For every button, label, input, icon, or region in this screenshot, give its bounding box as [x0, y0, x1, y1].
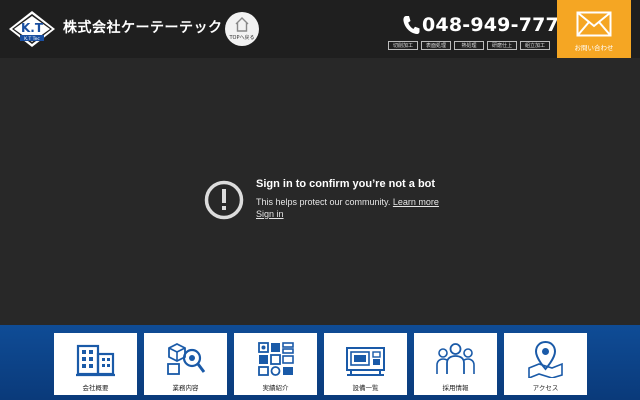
- phone-icon: [403, 16, 420, 34]
- phone-contact[interactable]: 048-949-7771: [402, 13, 572, 37]
- building-icon: [76, 344, 115, 377]
- top-button-label: TOPへ戻る: [229, 35, 255, 41]
- mail-icon: [576, 11, 612, 37]
- nav-item-label: 会社概要: [82, 384, 109, 392]
- notice-description: This helps protect our community.: [256, 197, 391, 207]
- service-tags: 切削加工 表面処理 熱処理 研磨仕上 組立加工: [388, 41, 550, 50]
- phone-number: 048-949-7771: [422, 14, 573, 36]
- nav-item-label: 実績紹介: [262, 384, 289, 392]
- machine-icon: [346, 347, 385, 376]
- bottom-nav: 会社概要 業務内容 実績紹介 設備一覧 採用情報 アクセス: [0, 325, 640, 400]
- company-name[interactable]: 株式会社ケーテーテック: [63, 17, 223, 37]
- notice-text: This helps protect our community. Learn …: [256, 197, 439, 207]
- learn-more-link[interactable]: Learn more: [393, 197, 439, 207]
- home-icon: [235, 17, 249, 32]
- service-tag: 組立加工: [520, 41, 550, 50]
- contact-button[interactable]: お問い合わせ: [557, 0, 631, 58]
- company-logo[interactable]: K.T K.T Tec: [8, 10, 56, 48]
- contact-label: お問い合わせ: [574, 44, 614, 52]
- nav-item-works[interactable]: 実績紹介: [234, 333, 317, 395]
- nav-item-label: 設備一覧: [352, 384, 379, 392]
- parts-grid-icon: [258, 342, 294, 376]
- alert-icon: [204, 180, 244, 220]
- nav-item-label: 業務内容: [172, 384, 199, 392]
- nav-item-company[interactable]: 会社概要: [54, 333, 137, 395]
- service-tag: 研磨仕上: [487, 41, 517, 50]
- nav-item-business[interactable]: 業務内容: [144, 333, 227, 395]
- nav-item-equipment[interactable]: 設備一覧: [324, 333, 407, 395]
- parts-magnifier-icon: [167, 342, 206, 375]
- svg-text:K.T: K.T: [21, 21, 44, 35]
- bot-check-notice: Sign in to confirm you’re not a bot This…: [204, 178, 464, 224]
- notice-title: Sign in to confirm you’re not a bot: [256, 178, 436, 190]
- sign-in-link[interactable]: Sign in: [256, 209, 284, 219]
- top-button[interactable]: TOPへ戻る: [225, 12, 259, 46]
- nav-item-access[interactable]: アクセス: [504, 333, 587, 395]
- nav-item-recruit[interactable]: 採用情報: [414, 333, 497, 395]
- nav-item-label: 採用情報: [442, 384, 469, 392]
- people-icon: [436, 343, 475, 374]
- svg-text:K.T Tec: K.T Tec: [24, 36, 40, 42]
- nav-item-label: アクセス: [532, 384, 559, 392]
- service-tag: 切削加工: [388, 41, 418, 50]
- map-pin-icon: [528, 340, 563, 378]
- service-tag: 表面処理: [421, 41, 451, 50]
- service-tag: 熱処理: [454, 41, 484, 50]
- site-header: K.T K.T Tec 株式会社ケーテーテック TOPへ戻る 048-949-7…: [0, 0, 640, 58]
